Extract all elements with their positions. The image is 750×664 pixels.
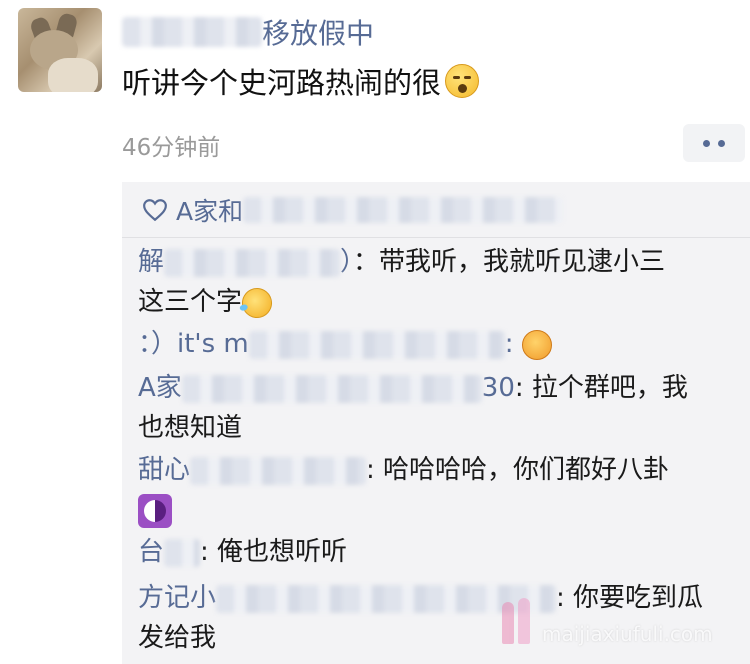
comments-panel: A家和 解）：带我听，我就听见逮小三 这三个字 ：）it's m: A家 30: … [122,182,750,664]
comment-text: : 哈哈哈哈，你们都好八卦 [366,455,670,485]
watermark-figures-icon [498,596,538,646]
blurred-name [190,456,367,485]
more-actions-button[interactable] [683,124,745,162]
comment-text: : 拉个群吧，我 [514,373,688,403]
comment-item[interactable]: A家 30: 拉个群吧，我 也想知道 [138,368,738,448]
blurred-name [164,248,341,277]
blurred-name [248,330,505,359]
commenter-name[interactable]: 方记小 [138,583,216,613]
blurred-names [243,196,564,223]
watermark: maijiaxiufuli.com [498,596,713,646]
dot-icon [718,139,725,147]
watermark-text: maijiaxiufuli.com [542,622,713,646]
commenter-name[interactable]: 解 [138,247,164,277]
poster-name[interactable]: 移放假中 [122,12,374,52]
blurred-name [122,17,262,47]
commenter-name-end: ） [340,247,354,277]
likes-row: A家和 [122,182,750,238]
comment-item[interactable]: 解 ）：带我听，我就听见逮小三 这三个字 [138,242,738,322]
post-timestamp: 46分钟前 [122,135,221,161]
comment-item[interactable]: 台 : 俺也想听听 [138,532,738,572]
blurred-name [164,538,201,567]
comment-text: : 俺也想听听 [200,537,348,567]
laugh-cry-emoji-icon [238,284,276,321]
commenter-name[interactable]: 甜心 [138,455,190,485]
comment-text-line2: 发给我 [138,623,217,653]
post-text: 听讲今个史河路热闹的很 [122,66,442,100]
dizzy-face-emoji-icon [521,329,552,360]
comment-text: ：带我听，我就听见逮小三 [353,247,666,277]
comment-text-line2: 这三个字 [138,287,243,317]
comment-item[interactable]: 甜心 : 哈哈哈哈，你们都好八卦 [138,450,738,530]
commenter-name-end: 30 [481,373,515,403]
dot-icon [703,139,710,147]
commenter-name[interactable]: 台 [138,537,164,567]
poster-name-text: 移放假中 [262,17,375,50]
heart-icon [143,198,167,221]
kiss-emoji-icon [445,64,480,98]
commenter-name[interactable]: A家 [138,373,182,403]
comment-item[interactable]: ：）it's m: [138,324,738,364]
commenter-name-end: : [504,329,514,359]
post-content: 听讲今个史河路热闹的很 [122,60,480,102]
yin-yang-emoji-icon [138,493,172,528]
avatar-cat-body [48,58,98,92]
commenter-name[interactable]: ：）it's m [138,329,249,359]
poster-avatar[interactable] [18,8,102,92]
blurred-name [181,374,482,403]
liker-name[interactable]: A家和 [176,192,243,228]
comment-text-line2: 也想知道 [138,413,243,443]
